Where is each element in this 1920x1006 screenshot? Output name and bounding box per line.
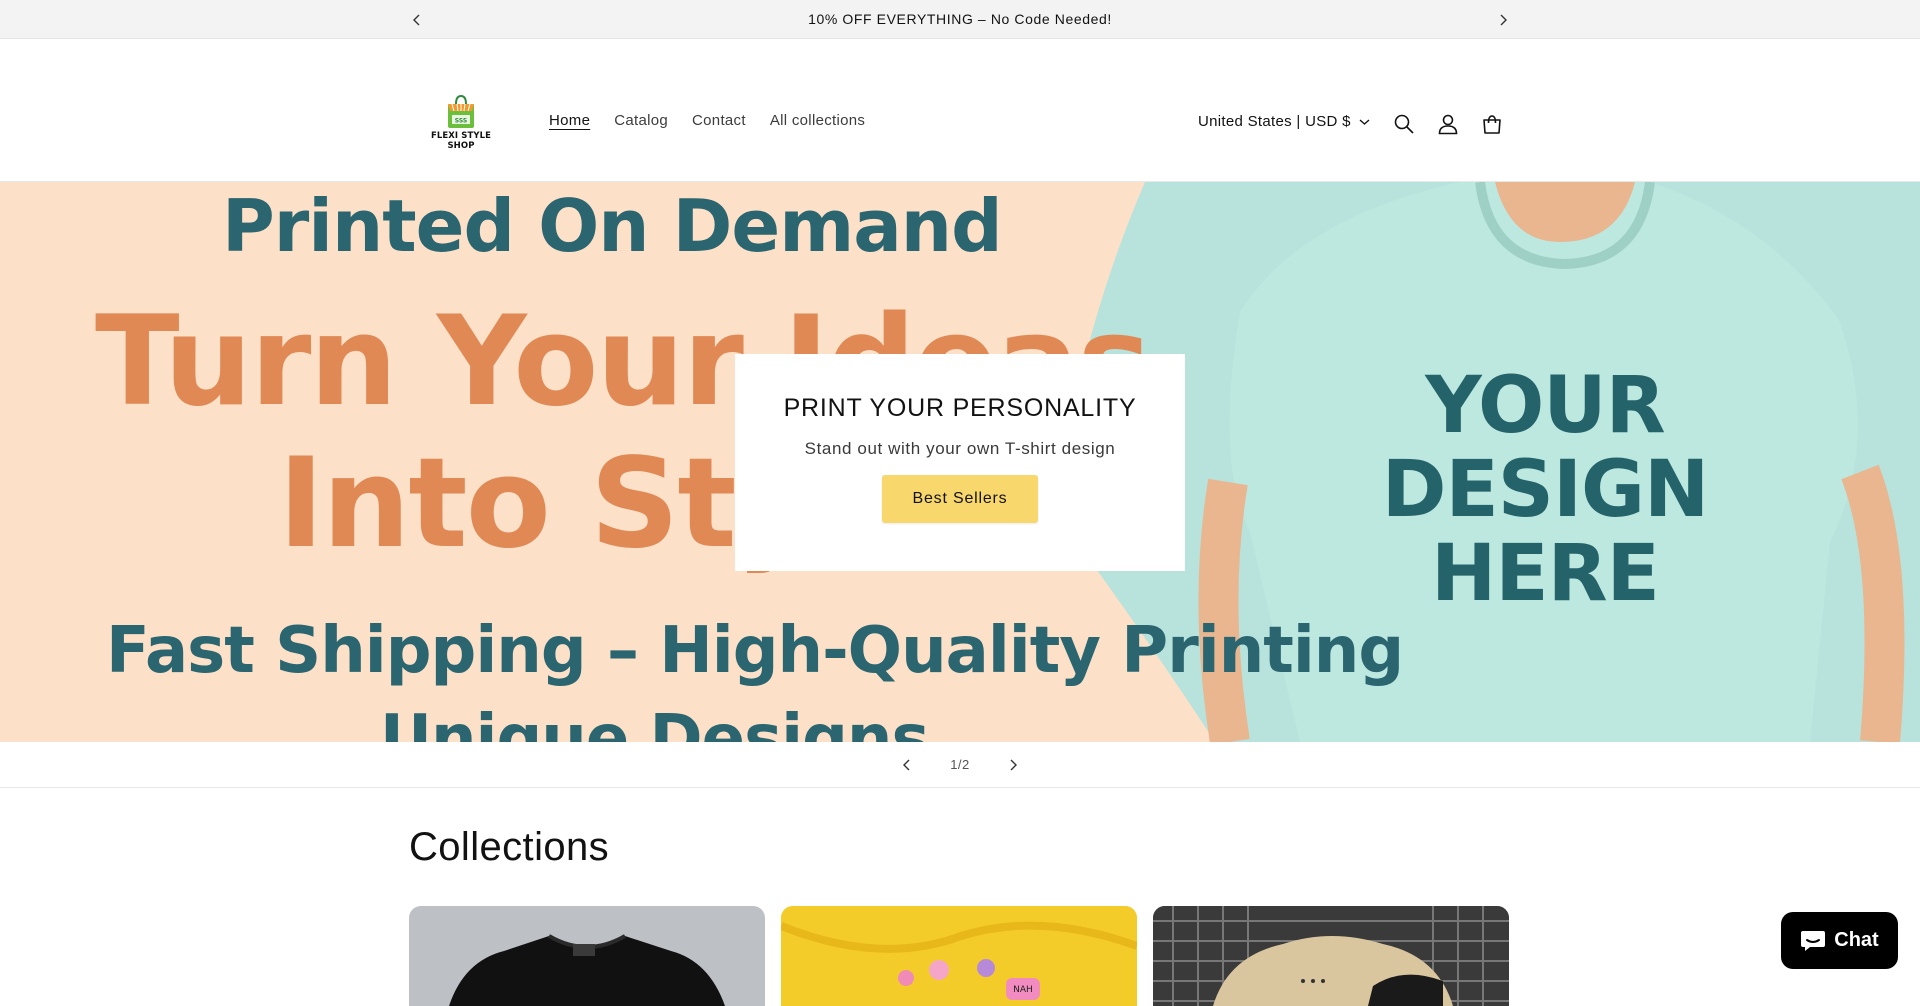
chevron-right-icon xyxy=(1500,14,1507,26)
shopping-bag-logo-icon: SSS xyxy=(448,94,474,128)
announcement-prev-button[interactable] xyxy=(407,10,427,30)
beige-hoodie-image xyxy=(1153,906,1509,1006)
yellow-graphic-shirt-image: NAH xyxy=(781,906,1137,1006)
search-button[interactable] xyxy=(1391,111,1417,137)
chevron-right-icon xyxy=(1010,759,1017,770)
announcement-text: 10% OFF EVERYTHING – No Code Needed! xyxy=(808,11,1112,27)
banner-tagline: Fast Shipping – High-Quality Printing xyxy=(106,614,1404,688)
chat-label: Chat xyxy=(1834,929,1879,951)
account-icon xyxy=(1438,114,1458,135)
collections-title: Collections xyxy=(409,825,610,869)
chevron-left-icon xyxy=(903,759,910,770)
shirt-print-text: YOUR DESIGN HERE xyxy=(1380,364,1710,616)
announcement-next-button[interactable] xyxy=(1493,10,1513,30)
svg-text:SSS: SSS xyxy=(455,118,467,125)
collection-card-3[interactable] xyxy=(1153,906,1509,1006)
black-tshirt-image xyxy=(449,934,725,1006)
chevron-left-icon xyxy=(413,14,420,26)
logo-text: FLEXI STYLE SHOP xyxy=(430,131,492,151)
site-header: SSS FLEXI STYLE SHOP Home Catalog Contac… xyxy=(0,39,1920,182)
nav-all-collections[interactable]: All collections xyxy=(770,112,865,129)
slide-next-button[interactable] xyxy=(998,750,1028,780)
chat-button[interactable]: Chat xyxy=(1781,912,1898,969)
main-nav: Home Catalog Contact All collections xyxy=(549,112,889,129)
search-icon xyxy=(1394,114,1414,134)
announcement-bar: 10% OFF EVERYTHING – No Code Needed! xyxy=(0,0,1920,39)
best-sellers-button[interactable]: Best Sellers xyxy=(882,475,1038,523)
cart-icon xyxy=(1483,115,1501,134)
slide-prev-button[interactable] xyxy=(892,750,922,780)
nav-catalog[interactable]: Catalog xyxy=(614,112,668,129)
cart-button[interactable] xyxy=(1479,111,1505,137)
shirt-text-line-2: DESIGN xyxy=(1381,445,1710,535)
banner-tagline-2: Unique Designs xyxy=(380,702,930,742)
chevron-down-icon xyxy=(1359,118,1370,125)
account-button[interactable] xyxy=(1435,111,1461,137)
hero-heading: PRINT YOUR PERSONALITY xyxy=(783,394,1137,422)
hero-slideshow: Printed On Demand Turn Your Ideas Into S… xyxy=(0,182,1920,742)
slideshow-controls: 1/2 xyxy=(0,742,1920,788)
country-selector-label: United States | USD $ xyxy=(1198,113,1351,130)
shirt-text-line-1: YOUR xyxy=(1425,361,1665,451)
hero-content-card: PRINT YOUR PERSONALITY Stand out with yo… xyxy=(735,354,1185,571)
collection-card-2[interactable]: NAH xyxy=(781,906,1137,1006)
slide-counter: 1/2 xyxy=(950,757,970,772)
hero-subtext: Stand out with your own T-shirt design xyxy=(804,439,1116,458)
collection-card-1[interactable] xyxy=(409,906,765,1006)
country-currency-selector[interactable]: United States | USD $ xyxy=(1198,113,1370,130)
shirt-text-line-3: HERE xyxy=(1431,529,1660,619)
banner-headline: Printed On Demand xyxy=(222,184,1003,268)
chat-bubble-icon xyxy=(1801,930,1826,951)
nav-contact[interactable]: Contact xyxy=(692,112,746,129)
nav-home[interactable]: Home xyxy=(549,112,590,129)
svg-text:NAH: NAH xyxy=(1013,985,1033,995)
store-logo[interactable]: SSS FLEXI STYLE SHOP xyxy=(416,94,506,154)
